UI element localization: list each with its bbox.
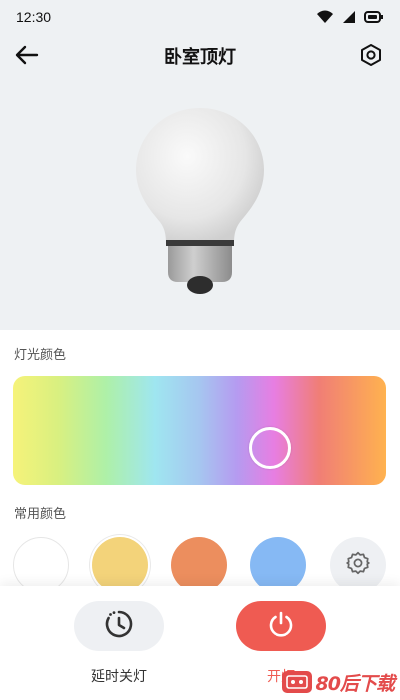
light-bulb-icon <box>130 102 270 306</box>
common-colors-label: 常用颜色 <box>14 507 67 522</box>
watermark-logo-icon <box>281 671 312 693</box>
status-icons <box>316 10 384 24</box>
wifi-icon <box>316 10 334 24</box>
page-title: 卧室顶灯 <box>164 47 236 68</box>
timer-off-label: 延时关灯 <box>91 669 147 685</box>
device-settings-button[interactable] <box>356 42 386 72</box>
battery-icon <box>364 10 384 24</box>
status-time: 12:30 <box>16 9 52 25</box>
watermark-text: 80后下载 <box>315 672 395 695</box>
status-bar: 12:30 <box>0 0 400 34</box>
bulb-hero <box>0 78 400 330</box>
watermark: 80后下载 <box>281 670 395 695</box>
timer-off-button[interactable] <box>74 601 164 651</box>
swatch-white[interactable] <box>13 537 69 593</box>
gear-icon <box>345 550 371 580</box>
back-button[interactable] <box>12 42 42 72</box>
swatch-orange[interactable] <box>171 537 227 593</box>
header: 卧室顶灯 <box>0 34 400 78</box>
color-picker-handle[interactable] <box>249 427 291 469</box>
light-color-label: 灯光颜色 <box>14 348 67 363</box>
app-screen: 12:30 卧室顶灯 灯光颜色 常用颜色 延时关灯 80后下载 <box>0 0 400 700</box>
swatch-yellow[interactable] <box>92 537 148 593</box>
arrow-left-icon <box>15 45 39 69</box>
power-button[interactable] <box>236 601 326 651</box>
swatch-blue[interactable] <box>250 537 306 593</box>
hexagon-settings-icon <box>359 43 383 71</box>
color-spectrum[interactable] <box>13 376 386 485</box>
timer-icon <box>104 609 134 643</box>
power-icon <box>266 609 296 643</box>
color-settings-button[interactable] <box>330 537 386 593</box>
signal-icon <box>342 10 356 24</box>
